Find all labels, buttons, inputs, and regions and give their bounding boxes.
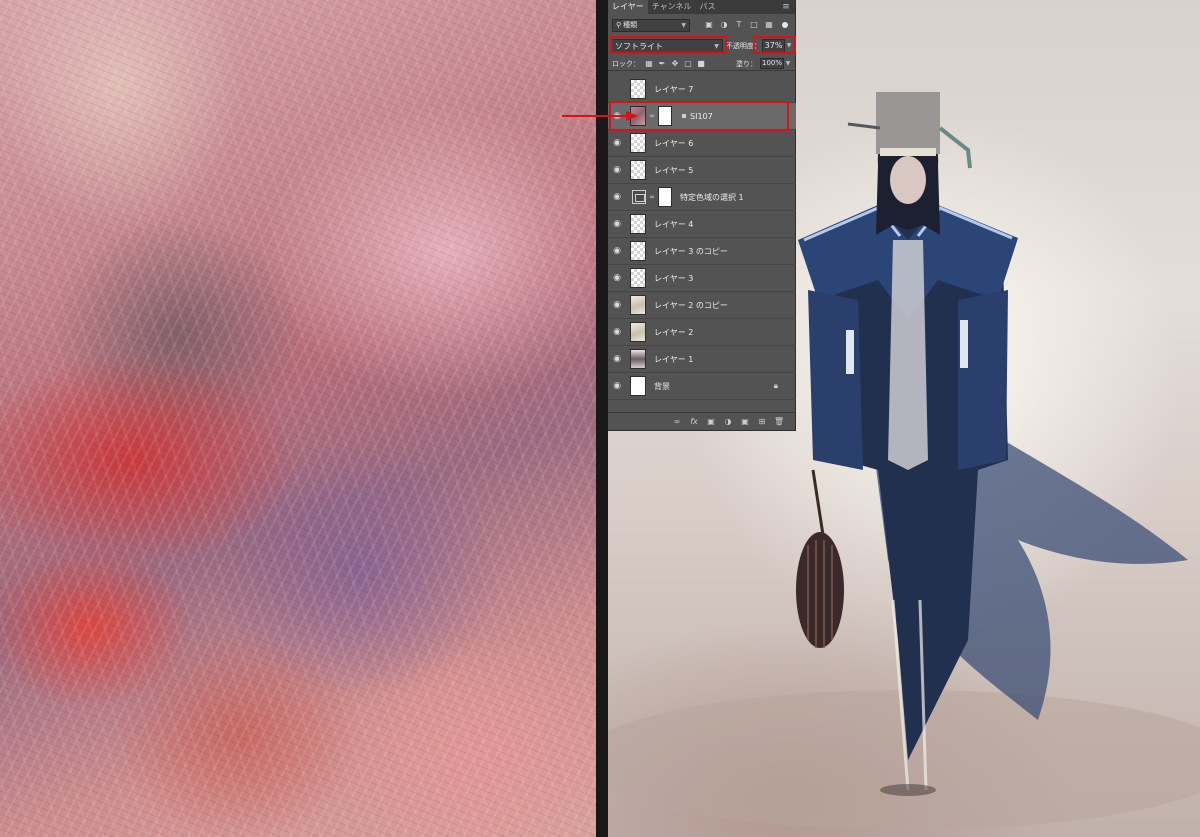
eye-icon[interactable]: ◉ [608, 192, 626, 202]
image-divider [596, 0, 608, 837]
filter-icons: ▣ ◑ T □ ▦ [704, 20, 774, 30]
adjustment-layer-icon[interactable]: ◑ [723, 417, 733, 427]
opacity-field[interactable]: 37% [761, 39, 786, 53]
layer-list: ◉ レイヤー 7 ◉ ∞ SI107 ◉ レイヤー 6 ◉ レイヤー 5 ◉ ∞ [608, 76, 796, 400]
layer-row[interactable]: ◉ レイヤー 7 [608, 76, 796, 103]
layer-row[interactable]: ◉ レイヤー 2 のコピー [608, 292, 796, 319]
panel-tabs: レイヤー チャンネル パス ≡ [608, 0, 795, 14]
selective-color-icon [632, 190, 646, 204]
chain-link-icon[interactable]: ∞ [648, 112, 656, 120]
image-filter-icon[interactable]: ▣ [704, 20, 714, 30]
layer-thumbnail [630, 241, 646, 261]
layer-thumbnail [630, 322, 646, 342]
eye-icon[interactable]: ◉ [608, 273, 626, 283]
lock-row: ロック： ▦ ✒ ✥ □ ■ 塗り： 100% ▼ [608, 57, 796, 71]
texture-image [0, 0, 596, 837]
type-filter-icon[interactable]: T [734, 20, 744, 30]
layer-name: レイヤー 6 [654, 138, 694, 148]
eye-icon[interactable]: ◉ [608, 381, 626, 391]
lock-transparency-icon[interactable]: ▦ [644, 59, 654, 69]
layer-thumbnail [630, 268, 646, 288]
layer-name: レイヤー 4 [654, 219, 694, 229]
layer-mask-thumbnail[interactable] [658, 187, 672, 207]
lock-all-icon[interactable]: ■ [696, 59, 706, 69]
opacity-label: 不透明度： [725, 42, 761, 50]
adjustment-filter-icon[interactable]: ◑ [719, 20, 729, 30]
layer-name: 背景 [654, 381, 670, 391]
fill-field[interactable]: 100% [760, 58, 784, 69]
layer-name: 特定色域の選択 1 [680, 192, 744, 202]
layer-name: レイヤー 3 のコピー [654, 246, 728, 256]
layers-panel: レイヤー チャンネル パス ≡ ⚲ 種類 ▼ ▣ ◑ T □ ▦ ソフトライト … [608, 0, 796, 431]
chain-link-icon[interactable]: ∞ [648, 193, 656, 201]
eye-icon[interactable]: ◉ [608, 300, 626, 310]
blend-mode-select[interactable]: ソフトライト ▼ [611, 39, 723, 53]
chevron-down-icon: ▼ [714, 42, 719, 50]
layer-thumbnail [630, 295, 646, 315]
layer-thumbnail [630, 376, 646, 396]
filter-kind-select[interactable]: ⚲ 種類 ▼ [612, 18, 690, 32]
layer-thumbnail [630, 349, 646, 369]
layer-name: レイヤー 2 [654, 327, 694, 337]
lock-pixels-icon[interactable]: ✒ [657, 59, 667, 69]
lock-icon: 🔒︎ [773, 381, 778, 390]
eye-icon[interactable]: ◉ [608, 246, 626, 256]
layer-name: レイヤー 2 のコピー [654, 300, 728, 310]
trash-icon[interactable]: 🗑︎ [774, 417, 784, 427]
eye-icon[interactable]: ◉ [608, 138, 626, 148]
panel-footer: ∞ fx ▣ ◑ ▣ ⊞ 🗑︎ [608, 412, 796, 430]
layer-name: SI107 [690, 111, 713, 121]
search-icon: ⚲ [616, 21, 622, 29]
new-group-icon[interactable]: ▣ [740, 417, 750, 427]
texture-strokes [0, 0, 596, 837]
lock-artboard-icon[interactable]: □ [683, 59, 693, 69]
smart-filter-icon [682, 114, 686, 118]
visibility-toggle[interactable]: ◉ [608, 84, 626, 94]
tab-paths[interactable]: パス [696, 0, 720, 14]
eye-icon[interactable]: ◉ [608, 165, 626, 175]
layer-name: レイヤー 1 [654, 354, 694, 364]
hamburger-icon[interactable]: ≡ [781, 2, 791, 12]
chevron-down-icon: ▼ [681, 21, 686, 29]
filter-kind-label: 種類 [623, 21, 638, 29]
blend-row: ソフトライト ▼ 不透明度： 37% ▼ [608, 37, 796, 55]
layer-thumbnail [630, 79, 646, 99]
filter-toggle[interactable] [782, 22, 788, 28]
layer-row[interactable]: ◉ レイヤー 1 [608, 346, 796, 373]
new-layer-icon[interactable]: ⊞ [757, 417, 767, 427]
layer-row[interactable]: ◉ レイヤー 3 のコピー [608, 238, 796, 265]
link-layers-icon[interactable]: ∞ [672, 417, 682, 427]
eye-icon[interactable]: ◉ [608, 219, 626, 229]
fill-slider-toggle[interactable]: ▼ [784, 60, 792, 67]
layer-row[interactable]: ◉ レイヤー 4 [608, 211, 796, 238]
lock-label: ロック： [612, 59, 640, 68]
opacity-slider-toggle[interactable]: ▼ [785, 39, 793, 53]
layer-thumbnail [630, 214, 646, 234]
lock-position-icon[interactable]: ✥ [670, 59, 680, 69]
layer-name: レイヤー 5 [654, 165, 694, 175]
eye-icon[interactable]: ◉ [608, 354, 626, 364]
layer-name: レイヤー 7 [654, 84, 694, 94]
layer-thumbnail [630, 133, 646, 153]
blend-mode-value: ソフトライト [615, 41, 663, 51]
tab-channels[interactable]: チャンネル [648, 0, 696, 14]
eye-icon[interactable]: ◉ [608, 327, 626, 337]
add-mask-icon[interactable]: ▣ [706, 417, 716, 427]
layer-row-background[interactable]: ◉ 背景 🔒︎ [608, 373, 796, 400]
layer-name: レイヤー 3 [654, 273, 694, 283]
annotation-arrow [562, 111, 638, 121]
layer-row[interactable]: ◉ ∞ 特定色域の選択 1 [608, 184, 796, 211]
shape-filter-icon[interactable]: □ [749, 20, 759, 30]
layer-row[interactable]: ◉ レイヤー 5 [608, 157, 796, 184]
smart-object-filter-icon[interactable]: ▦ [764, 20, 774, 30]
fx-icon[interactable]: fx [689, 417, 699, 427]
layer-row[interactable]: ◉ レイヤー 6 [608, 130, 796, 157]
layer-row[interactable]: ◉ レイヤー 3 [608, 265, 796, 292]
layer-mask-thumbnail[interactable] [658, 106, 672, 126]
fill-label: 塗り： [736, 59, 757, 68]
tab-layers[interactable]: レイヤー [608, 0, 648, 14]
layer-row[interactable]: ◉ レイヤー 2 [608, 319, 796, 346]
layer-thumbnail [630, 160, 646, 180]
filter-row: ⚲ 種類 ▼ ▣ ◑ T □ ▦ [608, 17, 796, 33]
